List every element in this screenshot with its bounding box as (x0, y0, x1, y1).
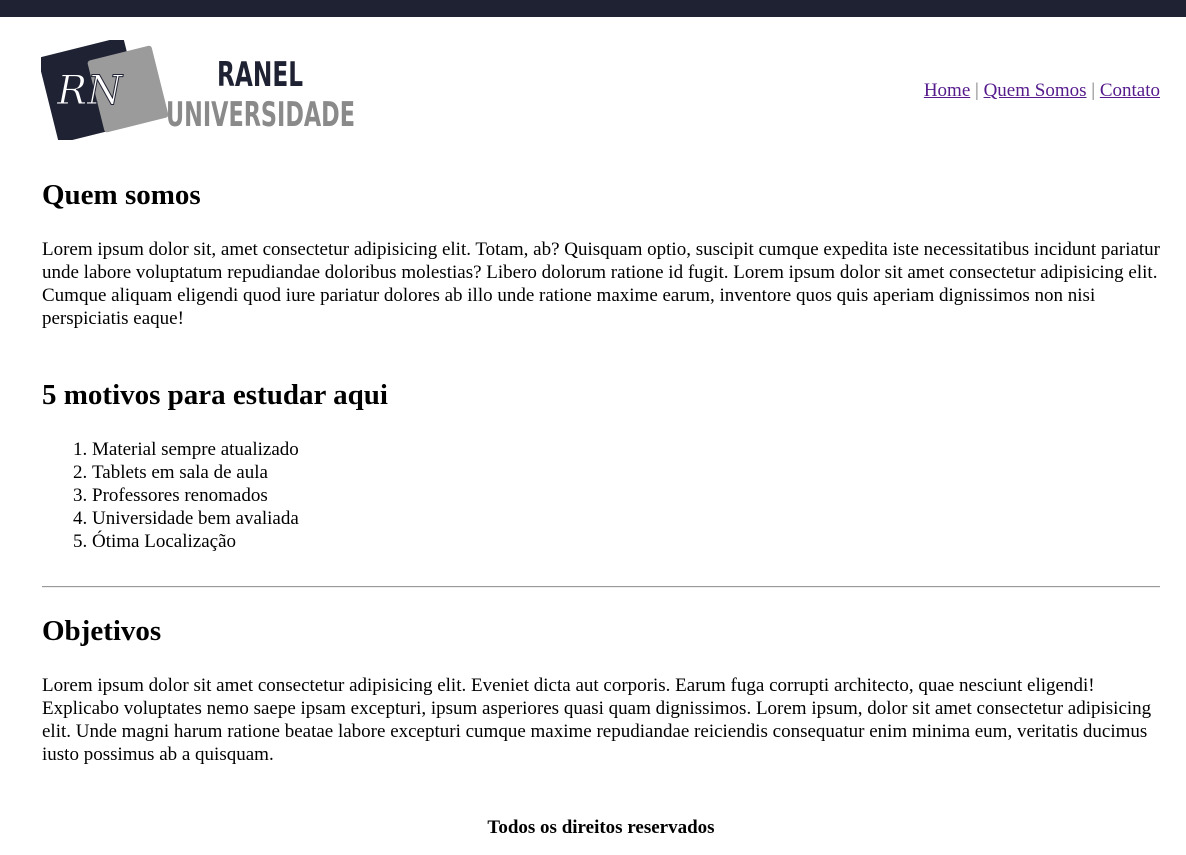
list-item: Universidade bem avaliada (92, 507, 299, 530)
list-item: Tablets em sala de aula (92, 461, 299, 484)
site-logo[interactable]: RN RANEL UNIVERSIDADE (38, 37, 361, 143)
footer-text: Todos os direitos reservados (487, 817, 715, 838)
section-text-goals: Lorem ipsum dolor sit amet consectetur a… (42, 675, 1152, 765)
section-title-goals: Objetivos (42, 615, 162, 647)
section-title-about: Quem somos (42, 179, 201, 211)
logo-line1: RANEL (217, 55, 303, 95)
nav-link-home[interactable]: Home (924, 80, 970, 101)
list-item: Ótima Localização (92, 530, 299, 553)
list-item: Professores renomados (92, 484, 299, 507)
logo-graphic: RN RANEL UNIVERSIDADE (38, 37, 355, 143)
section-title-reasons: 5 motivos para estudar aqui (42, 379, 388, 411)
section-text-about: Lorem ipsum dolor sit, amet consectetur … (42, 239, 1161, 329)
section-divider (42, 586, 1160, 588)
nav-separator: | (1091, 80, 1096, 101)
reasons-list: Material sempre atualizado Tablets em sa… (42, 438, 299, 553)
nav-link-quem-somos[interactable]: Quem Somos (984, 80, 1087, 101)
list-item: Material sempre atualizado (92, 438, 299, 461)
main-nav: Home | Quem Somos | Contato (924, 80, 1160, 102)
nav-link-contato[interactable]: Contato (1100, 80, 1160, 101)
logo-line2: UNIVERSIDADE (166, 95, 355, 135)
footer: Todos os direitos reservados (0, 817, 1186, 839)
logo-initials: RN (56, 68, 124, 114)
top-bar (0, 0, 1186, 17)
nav-separator: | (975, 80, 979, 101)
